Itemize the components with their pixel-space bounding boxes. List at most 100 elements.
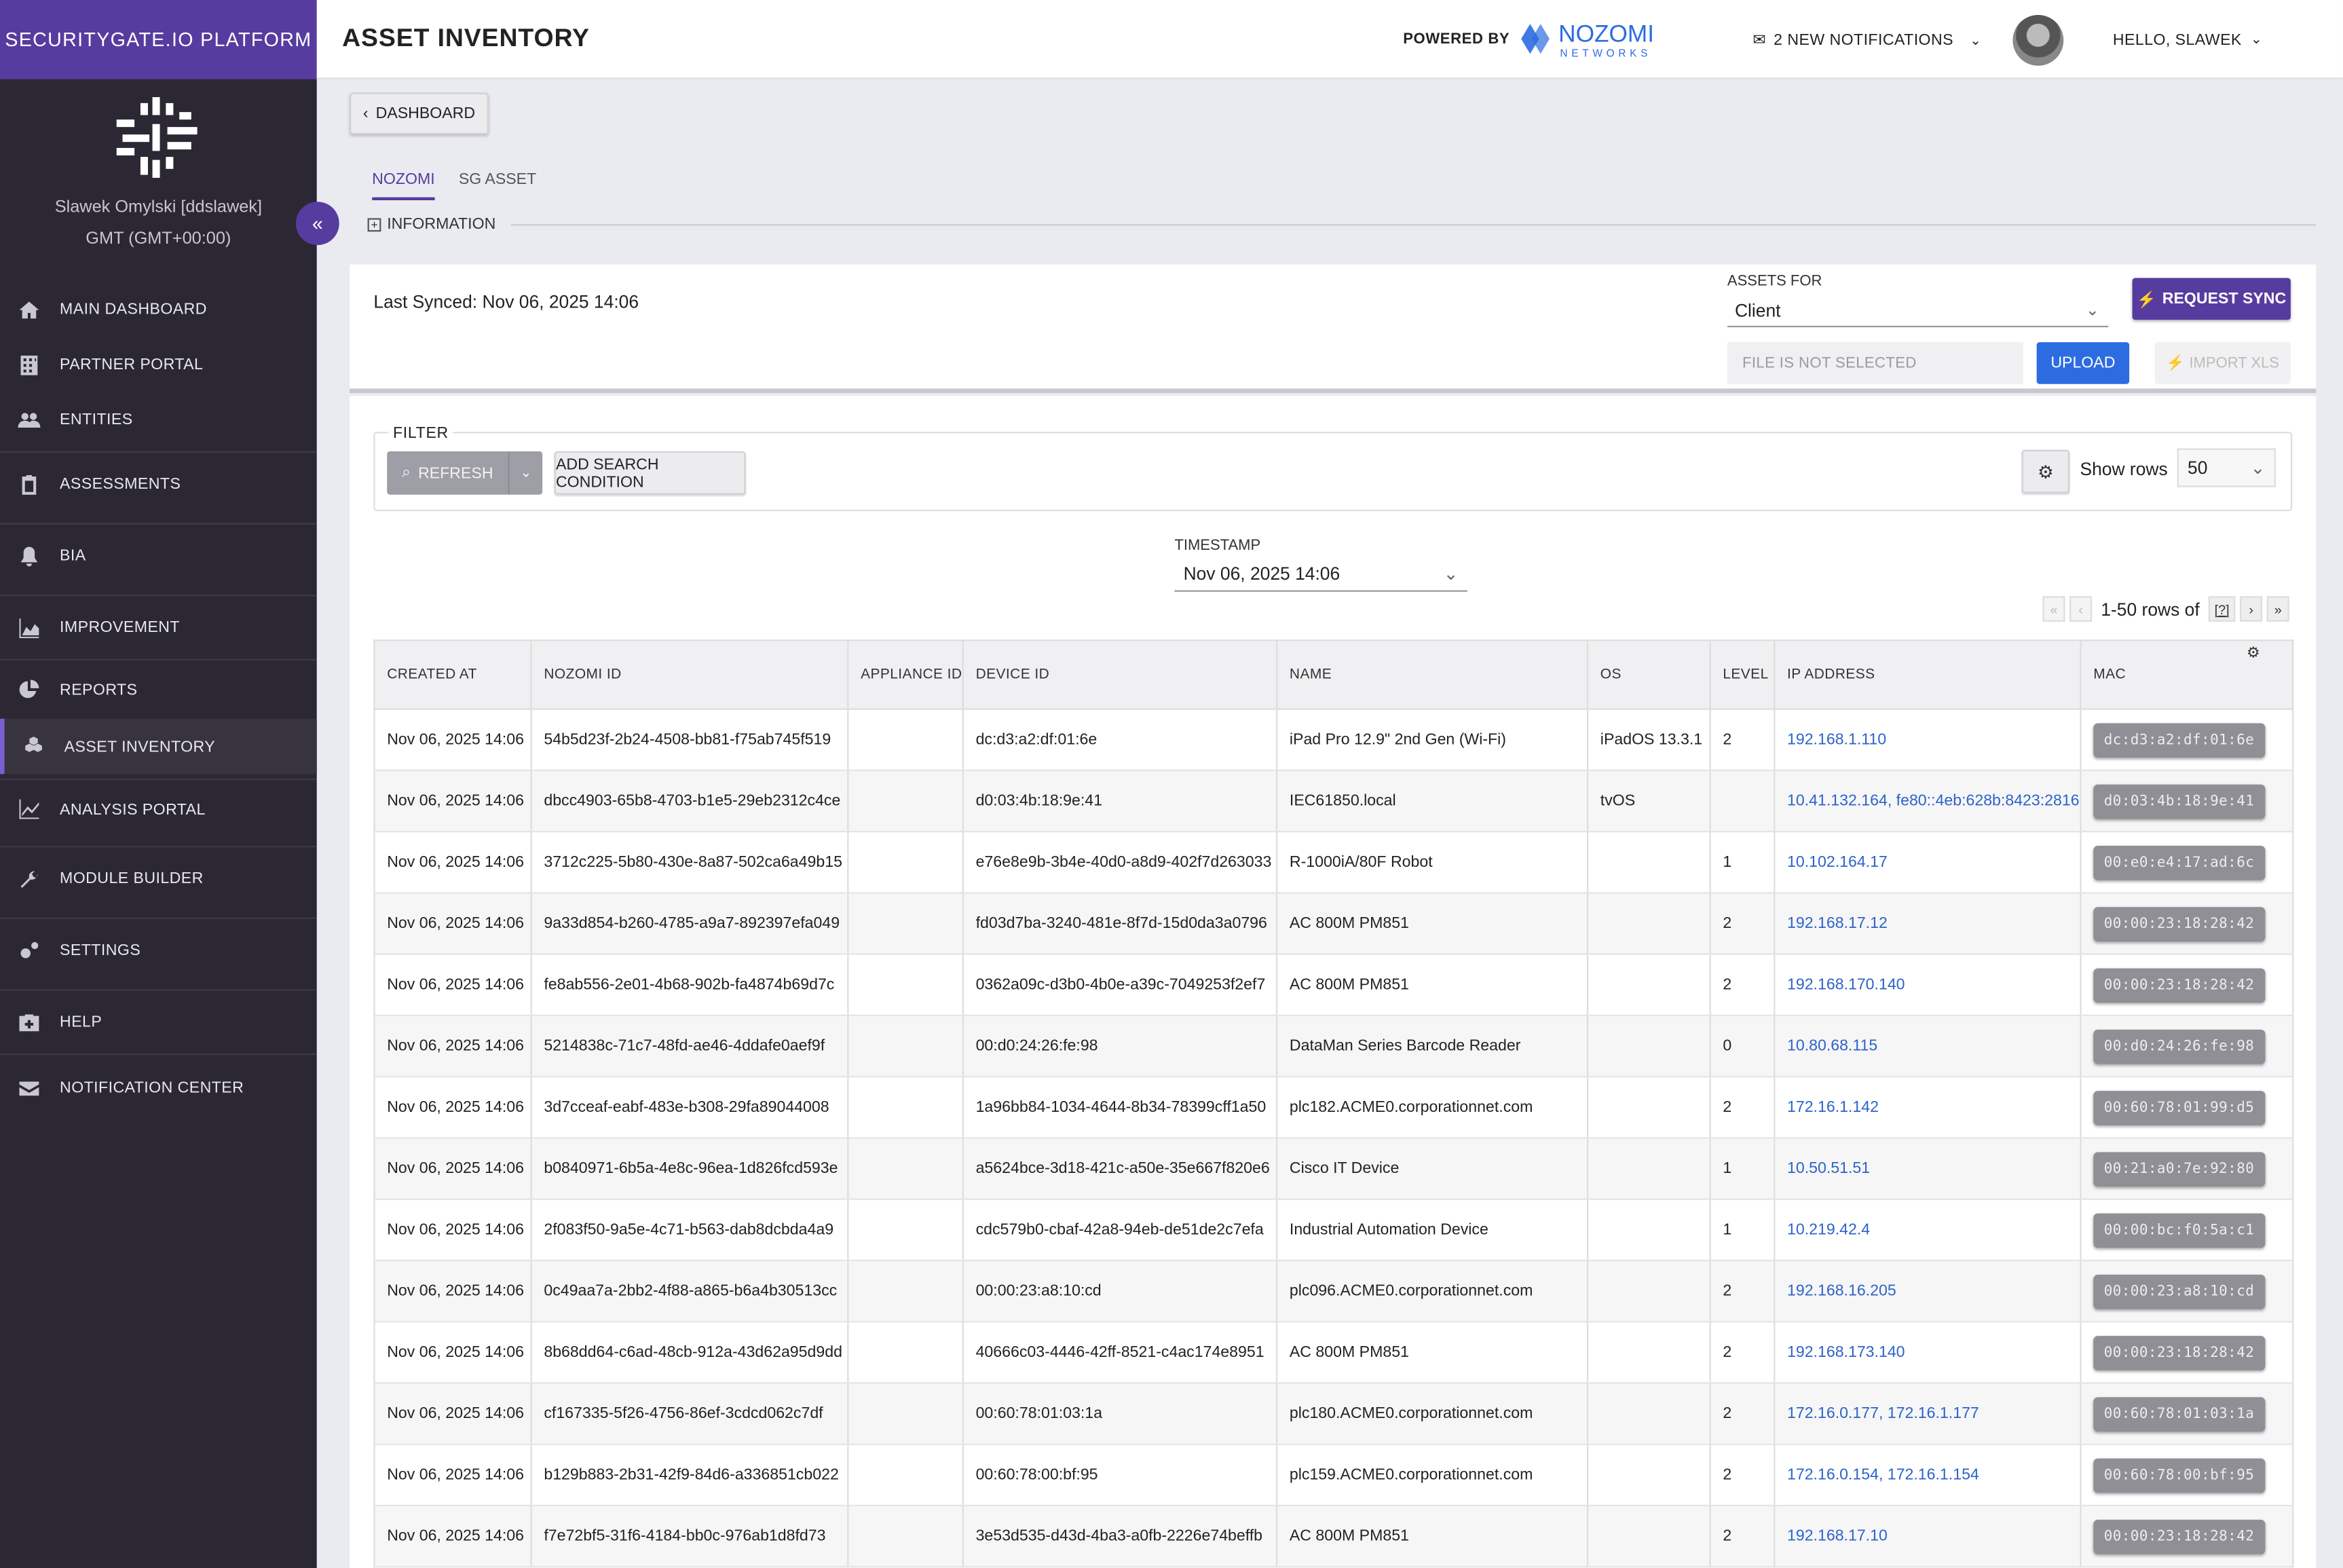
ip-address-cell[interactable]: 192.168.16.205: [1774, 1260, 2082, 1323]
table-row[interactable]: Nov 06, 2025 14:06 b0840971-6b5a-4e8c-96e…: [373, 1138, 2294, 1200]
show-rows-select[interactable]: 50 ⌄: [2177, 448, 2276, 487]
sidebar-item-bia[interactable]: BIA: [0, 523, 317, 588]
mac-badge[interactable]: 00:00:23:a8:10:cd: [2093, 1273, 2265, 1309]
ip-address-cell[interactable]: 192.168.170.140: [1774, 954, 2082, 1017]
sidebar-item-analysis-portal[interactable]: ANALYSIS PORTAL: [0, 778, 317, 838]
mac-cell: 00:60:78:01:03:1a: [2080, 1383, 2294, 1445]
sidebar-item-asset-inventory[interactable]: ASSET INVENTORY: [0, 718, 317, 774]
collapse-sidebar-button[interactable]: «: [295, 202, 339, 246]
add-search-condition-button[interactable]: ADD SEARCH CONDITION: [554, 451, 746, 495]
ip-address-cell[interactable]: 192.168.173.140: [1774, 1322, 2082, 1384]
col-appliance-id-header[interactable]: APPLIANCE ID: [847, 639, 964, 710]
sidebar-item-reports[interactable]: REPORTS: [0, 658, 317, 719]
sidebar-item-partner-portal[interactable]: PARTNER PORTAL: [0, 348, 317, 381]
col-ip-address-header[interactable]: IP ADDRESS: [1774, 639, 2082, 710]
next-page-button[interactable]: ›: [2240, 596, 2263, 622]
table-row[interactable]: Nov 06, 2025 14:06 dbcc4903-65b8-4703-b1e…: [373, 770, 2294, 833]
sidebar-item-settings[interactable]: SETTINGS: [0, 917, 317, 982]
ip-address-cell[interactable]: 172.16.0.154, 172.16.1.154: [1774, 1444, 2082, 1507]
ip-address-cell[interactable]: 192.168.17.12: [1774, 893, 2082, 955]
upload-button[interactable]: UPLOAD: [2036, 342, 2130, 384]
mac-badge[interactable]: 00:00:23:18:28:42: [2093, 1518, 2265, 1554]
table-row[interactable]: Nov 06, 2025 14:06 9a33d854-b260-4785-a9a…: [373, 893, 2294, 955]
back-to-dashboard-button[interactable]: ‹ DASHBOARD: [350, 92, 489, 135]
sidebar-item-improvement[interactable]: IMPROVEMENT: [0, 595, 317, 659]
mac-badge[interactable]: 00:60:78:01:03:1a: [2093, 1396, 2265, 1431]
refresh-dropdown-button[interactable]: ⌄: [508, 451, 543, 495]
ip-address-cell[interactable]: 192.168.17.10: [1774, 1506, 2082, 1568]
nozomi-id-cell: f7e72bf5-31f6-4184-bb0c-976ab1d8fd73: [530, 1506, 849, 1568]
mac-badge[interactable]: 00:e0:e4:17:ad:6c: [2093, 844, 2265, 880]
avatar[interactable]: [2012, 15, 2064, 66]
prev-page-button[interactable]: ‹: [2069, 596, 2093, 622]
mac-badge[interactable]: 00:00:bc:f0:5a:c1: [2093, 1212, 2265, 1248]
timestamp-select[interactable]: Nov 06, 2025 14:06 ⌄: [1174, 557, 1467, 592]
assets-for-select[interactable]: Client ⌄: [1727, 295, 2109, 328]
mac-badge[interactable]: d0:03:4b:18:9e:41: [2093, 783, 2265, 819]
sidebar-item-main-dashboard[interactable]: MAIN DASHBOARD: [0, 293, 317, 325]
table-row[interactable]: Nov 06, 2025 14:06 b129b883-2b31-42f9-84d…: [373, 1444, 2294, 1507]
ip-address-cell[interactable]: 10.102.164.17: [1774, 832, 2082, 894]
table-row[interactable]: Nov 06, 2025 14:06 8b68dd64-c6ad-48cb-912…: [373, 1322, 2294, 1384]
ip-address-cell[interactable]: 172.16.1.142: [1774, 1077, 2082, 1139]
first-page-button[interactable]: «: [2042, 596, 2065, 622]
mac-badge[interactable]: 00:00:23:18:28:42: [2093, 1335, 2265, 1370]
brand-title[interactable]: SECURITYGATE.IO PLATFORM: [0, 0, 317, 79]
mac-badge[interactable]: 00:60:78:01:99:d5: [2093, 1089, 2265, 1125]
users-icon: [16, 407, 41, 432]
os-cell: [1586, 1138, 1711, 1200]
total-rows-button[interactable]: [?]: [2208, 596, 2236, 622]
refresh-button[interactable]: ⌕ REFRESH: [387, 451, 508, 495]
mac-badge[interactable]: 00:60:78:00:bf:95: [2093, 1457, 2265, 1493]
information-toggle[interactable]: + INFORMATION: [367, 215, 2317, 233]
user-menu[interactable]: HELLO, SLAWEK ⌄: [2113, 31, 2262, 49]
notifications-dropdown[interactable]: ✉ 2 NEW NOTIFICATIONS ⌄: [1752, 31, 1981, 49]
ip-address-cell[interactable]: 10.219.42.4: [1774, 1199, 2082, 1262]
show-rows-label: Show rows: [2080, 458, 2168, 480]
table-row[interactable]: Nov 06, 2025 14:06 0c49aa7a-2bb2-4f88-a86…: [373, 1260, 2294, 1323]
table-row[interactable]: Nov 06, 2025 14:06 54b5d23f-2b24-4508-bb8…: [373, 709, 2294, 771]
nozomi-id-cell: fe8ab556-2e01-4b68-902b-fa4874b69d7c: [530, 954, 849, 1017]
table-row[interactable]: Nov 06, 2025 14:06 f7e72bf5-31f6-4184-bb0…: [373, 1506, 2294, 1568]
sidebar-item-assessments[interactable]: ASSESSMENTS: [0, 451, 317, 516]
table-row[interactable]: Nov 06, 2025 14:06 3d7cceaf-eabf-483e-b30…: [373, 1077, 2294, 1139]
table-row[interactable]: Nov 06, 2025 14:06 2f083f50-9a5e-4c71-b56…: [373, 1199, 2294, 1262]
sidebar-item-label: MODULE BUILDER: [60, 870, 204, 888]
tab-nozomi[interactable]: NOZOMI: [372, 170, 435, 201]
request-sync-button[interactable]: ⚡ REQUEST SYNC: [2132, 278, 2291, 320]
last-page-button[interactable]: »: [2266, 596, 2289, 622]
mac-badge[interactable]: 00:d0:24:26:fe:98: [2093, 1028, 2265, 1064]
mac-badge[interactable]: 00:21:a0:7e:92:80: [2093, 1151, 2265, 1186]
column-settings-gear-icon[interactable]: ⚙: [2243, 643, 2264, 664]
col-created-at-header[interactable]: CREATED AT: [373, 639, 532, 710]
col-device-id-header[interactable]: DEVICE ID: [962, 639, 1278, 710]
col-os-header[interactable]: OS: [1586, 639, 1711, 710]
table-row[interactable]: Nov 06, 2025 14:06 cf167335-5f26-4756-86e…: [373, 1383, 2294, 1445]
tab-sg-asset[interactable]: SG ASSET: [459, 170, 536, 198]
col-name-header[interactable]: NAME: [1276, 639, 1589, 710]
sidebar-item-notification-center[interactable]: NOTIFICATION CENTER: [0, 1053, 317, 1121]
col-level-header[interactable]: LEVEL: [1709, 639, 1776, 710]
sidebar-item-help[interactable]: HELP: [0, 989, 317, 1053]
table-row[interactable]: Nov 06, 2025 14:06 5214838c-71c7-48fd-ae4…: [373, 1015, 2294, 1078]
table-row[interactable]: Nov 06, 2025 14:06 3712c225-5b80-430e-8a8…: [373, 832, 2294, 894]
device-id-cell: 00:60:78:01:03:1a: [962, 1383, 1278, 1445]
device-id-cell: e76e8e9b-3b4e-40d0-a8d9-402f7d263033: [962, 832, 1278, 894]
table-row[interactable]: Nov 06, 2025 14:06 fe8ab556-2e01-4b68-902…: [373, 954, 2294, 1017]
sidebar-item-label: IMPROVEMENT: [60, 618, 181, 637]
ip-address-cell[interactable]: 10.50.51.51: [1774, 1138, 2082, 1200]
ip-address-cell[interactable]: 10.80.68.115: [1774, 1015, 2082, 1078]
import-xls-button[interactable]: ⚡ IMPORT XLS: [2154, 342, 2291, 384]
sidebar-item-module-builder[interactable]: MODULE BUILDER: [0, 846, 317, 910]
mac-badge[interactable]: 00:00:23:18:28:42: [2093, 906, 2265, 941]
mac-badge[interactable]: dc:d3:a2:df:01:6e: [2093, 722, 2265, 758]
sidebar-item-entities[interactable]: ENTITIES: [0, 403, 317, 436]
chevron-down-icon: ⌄: [2085, 301, 2100, 320]
mac-badge[interactable]: 00:00:23:18:28:42: [2093, 967, 2265, 1003]
filter-settings-button[interactable]: ⚙: [2021, 449, 2070, 493]
ip-address-cell[interactable]: 192.168.1.110: [1774, 709, 2082, 771]
ip-address-cell[interactable]: 172.16.0.177, 172.16.1.177: [1774, 1383, 2082, 1445]
file-input[interactable]: FILE IS NOT SELECTED: [1727, 342, 2023, 384]
ip-address-cell[interactable]: 10.41.132.164, fe80::4eb:628b:8423:2816: [1774, 770, 2082, 833]
col-nozomi-id-header[interactable]: NOZOMI ID: [530, 639, 849, 710]
